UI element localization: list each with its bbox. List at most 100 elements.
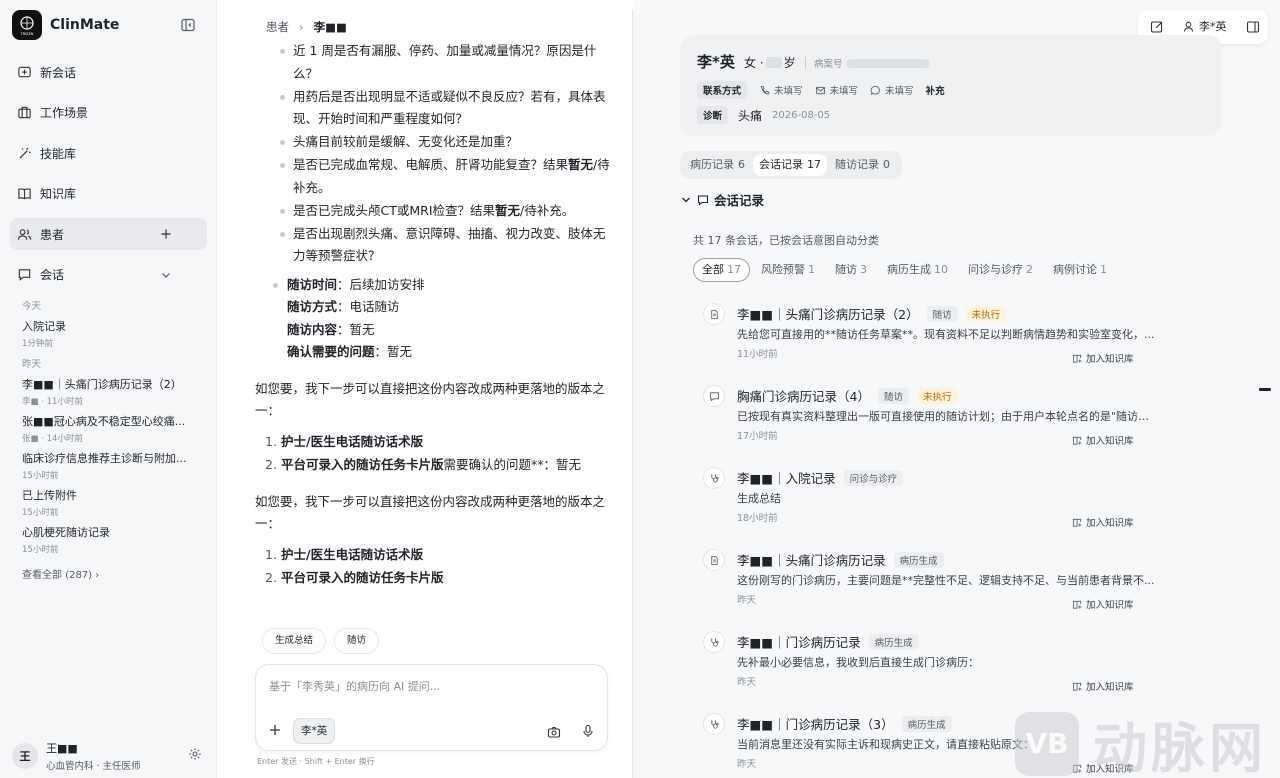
nav-sessions[interactable]: 会话 bbox=[10, 259, 207, 291]
followup-value: ：暂无 bbox=[337, 321, 375, 337]
followup-value: ：后续加访安排 bbox=[337, 276, 425, 292]
camera-icon[interactable] bbox=[547, 725, 561, 739]
filter-record-generation[interactable]: 病历生成 10 bbox=[878, 258, 957, 282]
record-title-text: 李■■｜头痛门诊病历记录 bbox=[737, 553, 886, 568]
add-to-knowledge-button[interactable]: 加入知识库 bbox=[1072, 433, 1134, 447]
sidebar: TRIZEN ClinMate 新会话 工作场景 技能库 知识库 患者 会话 今… bbox=[0, 0, 217, 778]
stethoscope-icon bbox=[710, 637, 719, 647]
list-item: 2. 平台可录入的随访任务卡片版 bbox=[265, 567, 615, 590]
current-patient-button[interactable]: 李*英 bbox=[1182, 18, 1227, 34]
filter-label: 病历生成 bbox=[887, 263, 931, 276]
brand[interactable]: TRIZEN ClinMate bbox=[12, 10, 119, 40]
panel-toggle-icon[interactable] bbox=[1246, 20, 1260, 34]
session-meta: 1分钟前 bbox=[22, 339, 53, 349]
record-type bbox=[703, 303, 725, 325]
document-icon bbox=[710, 309, 718, 319]
add-to-knowledge-button[interactable]: 加入知识库 bbox=[1072, 351, 1134, 365]
patient-context-chip[interactable]: 李*英 bbox=[293, 718, 336, 744]
user-icon bbox=[1183, 21, 1194, 32]
edit-icon[interactable] bbox=[1150, 20, 1164, 34]
item-text: 需要确认的问题**：暂无 bbox=[443, 457, 582, 472]
record-type bbox=[703, 549, 725, 571]
app-name: ClinMate bbox=[50, 17, 120, 33]
breadcrumb-separator: › bbox=[299, 20, 304, 34]
list-number: 2. bbox=[265, 457, 277, 472]
wechat-value: 未填写 bbox=[885, 86, 914, 97]
item-bold: 护士/医生电话随访话术版 bbox=[281, 546, 424, 562]
diagnosis-name: 头痛 bbox=[738, 108, 763, 123]
chip-generate-summary[interactable]: 生成总结 bbox=[262, 628, 327, 654]
tab-followup-records[interactable]: 随访记录 0 bbox=[829, 154, 896, 176]
session-item[interactable]: 入院记录 1分钟前 bbox=[22, 318, 197, 349]
chevron-down-icon bbox=[682, 197, 690, 202]
session-meta: 15小时前 bbox=[22, 545, 59, 555]
nav-label: 患者 bbox=[40, 227, 65, 242]
microphone-icon[interactable] bbox=[581, 724, 595, 738]
scroll-indicator[interactable] bbox=[1259, 388, 1271, 391]
session-item[interactable]: 李■■｜头痛门诊病历记录（2） 李■ · 11小时前 bbox=[22, 376, 197, 407]
chip-followup[interactable]: 随访 bbox=[334, 628, 380, 654]
session-item[interactable]: 心肌梗死随访记录 15小时前 bbox=[22, 524, 197, 555]
chat-panel: 患者 › 李■■ 近 1 周是否有漏服、停药、加量或减量情况？原因是什么？ 用药… bbox=[217, 0, 632, 778]
record-title: 李■■｜入院记录 问诊与诊疗 bbox=[737, 468, 904, 487]
record-title-text: 李■■｜门诊病历记录 bbox=[737, 635, 861, 650]
filter-consultation[interactable]: 问诊与诊疗 2 bbox=[959, 258, 1042, 282]
add-to-knowledge-button[interactable]: 加入知识库 bbox=[1072, 597, 1134, 611]
add-attachment-icon[interactable] bbox=[268, 723, 282, 737]
record-title: 李■■｜头痛门诊病历记录（2） 随访 未执行 bbox=[737, 304, 1007, 323]
filter-followup[interactable]: 随访 3 bbox=[826, 258, 876, 282]
nav-label: 新会话 bbox=[40, 65, 77, 80]
diagnosis-date: 2026-08-05 bbox=[772, 109, 831, 121]
nav-label: 技能库 bbox=[40, 146, 77, 161]
session-summary: 共 17 条会话，已按会话意图自动分类 bbox=[693, 234, 879, 247]
followup-key: 随访方式 bbox=[287, 299, 338, 314]
session-item[interactable]: 临床诊疗信息推荐主诊断与附加... 15小时前 bbox=[22, 450, 197, 481]
item-text: 是否已完成血常规、电解质、肝肾功能复查？结果 bbox=[293, 157, 569, 172]
filter-risk-alert[interactable]: 风险预警 1 bbox=[752, 258, 824, 282]
supplement-button[interactable]: 补充 bbox=[926, 83, 945, 97]
filter-case-discussion[interactable]: 病例讨论 1 bbox=[1044, 258, 1116, 282]
filter-all[interactable]: 全部 17 bbox=[693, 258, 750, 282]
record-summary: 先补最小必要信息，我收到后直接生成门诊病历： bbox=[737, 656, 979, 669]
tab-medical-records[interactable]: 病历记录 6 bbox=[684, 154, 751, 176]
nav-patients[interactable]: 患者 bbox=[10, 218, 207, 250]
list-item: 2. 平台可录入的随访任务卡片版需要确认的问题**：暂无 bbox=[265, 454, 615, 477]
gear-icon[interactable] bbox=[188, 747, 202, 761]
session-meta: 15小时前 bbox=[22, 508, 59, 518]
user-dept: 心血管内科 · 主任医师 bbox=[46, 761, 141, 772]
email-field[interactable]: 未填写 bbox=[815, 83, 858, 97]
users-icon bbox=[17, 228, 32, 240]
add-to-knowledge-button[interactable]: 加入知识库 bbox=[1072, 679, 1134, 693]
wechat-field[interactable]: 未填写 bbox=[870, 83, 914, 97]
add-patient-icon[interactable] bbox=[159, 227, 173, 241]
breadcrumb-current: 李■■ bbox=[313, 20, 347, 34]
add-to-knowledge-button[interactable]: 加入知识库 bbox=[1072, 515, 1134, 529]
section-header[interactable]: 会话记录 bbox=[680, 190, 764, 209]
stethoscope-icon bbox=[710, 719, 719, 729]
record-title: 李■■｜门诊病历记录 病历生成 bbox=[737, 632, 919, 651]
sidebar-collapse-icon[interactable] bbox=[180, 17, 196, 33]
magic-wand-icon bbox=[19, 147, 31, 159]
user-profile[interactable]: 王 王■■ 心血管内科 · 主任医师 bbox=[12, 740, 208, 772]
tab-session-records[interactable]: 会话记录 17 bbox=[753, 154, 827, 176]
item-bold: 护士/医生电话随访话术版 bbox=[281, 433, 424, 449]
phone-field[interactable]: 未填写 bbox=[759, 83, 803, 97]
record-title-text: 李■■｜门诊病历记录（3） bbox=[737, 717, 894, 732]
breadcrumb-root[interactable]: 患者 bbox=[266, 19, 289, 35]
composer-input[interactable]: 基于「李秀英」的病历向 AI 提问... bbox=[269, 678, 440, 694]
followup-value: ：暂无 bbox=[374, 344, 413, 359]
chevron-down-icon[interactable] bbox=[159, 268, 173, 282]
list-number: 1. bbox=[265, 433, 277, 449]
nav-skills[interactable]: 技能库 bbox=[10, 137, 207, 169]
followup-list: 随访时间：后续加访安排 随访方式：电话随访 随访内容：暂无 确认需要的问题：暂无 bbox=[273, 274, 615, 364]
record-time: 11小时前 bbox=[737, 349, 778, 360]
tab-count: 6 bbox=[738, 158, 745, 171]
nav-work-scenes[interactable]: 工作场景 bbox=[10, 97, 207, 129]
nav-new-chat[interactable]: 新会话 bbox=[10, 56, 207, 88]
view-all-sessions-link[interactable]: 查看全部 (287) › bbox=[22, 566, 99, 581]
session-item[interactable]: 已上传附件 15小时前 bbox=[22, 487, 197, 518]
session-item[interactable]: 张■■冠心病及不稳定型心绞痛... 张■ · 14小时前 bbox=[22, 413, 197, 444]
nav-knowledge[interactable]: 知识库 bbox=[10, 178, 207, 210]
record-time: 昨天 bbox=[737, 677, 757, 688]
followup-value: ：电话随访 bbox=[337, 299, 400, 314]
